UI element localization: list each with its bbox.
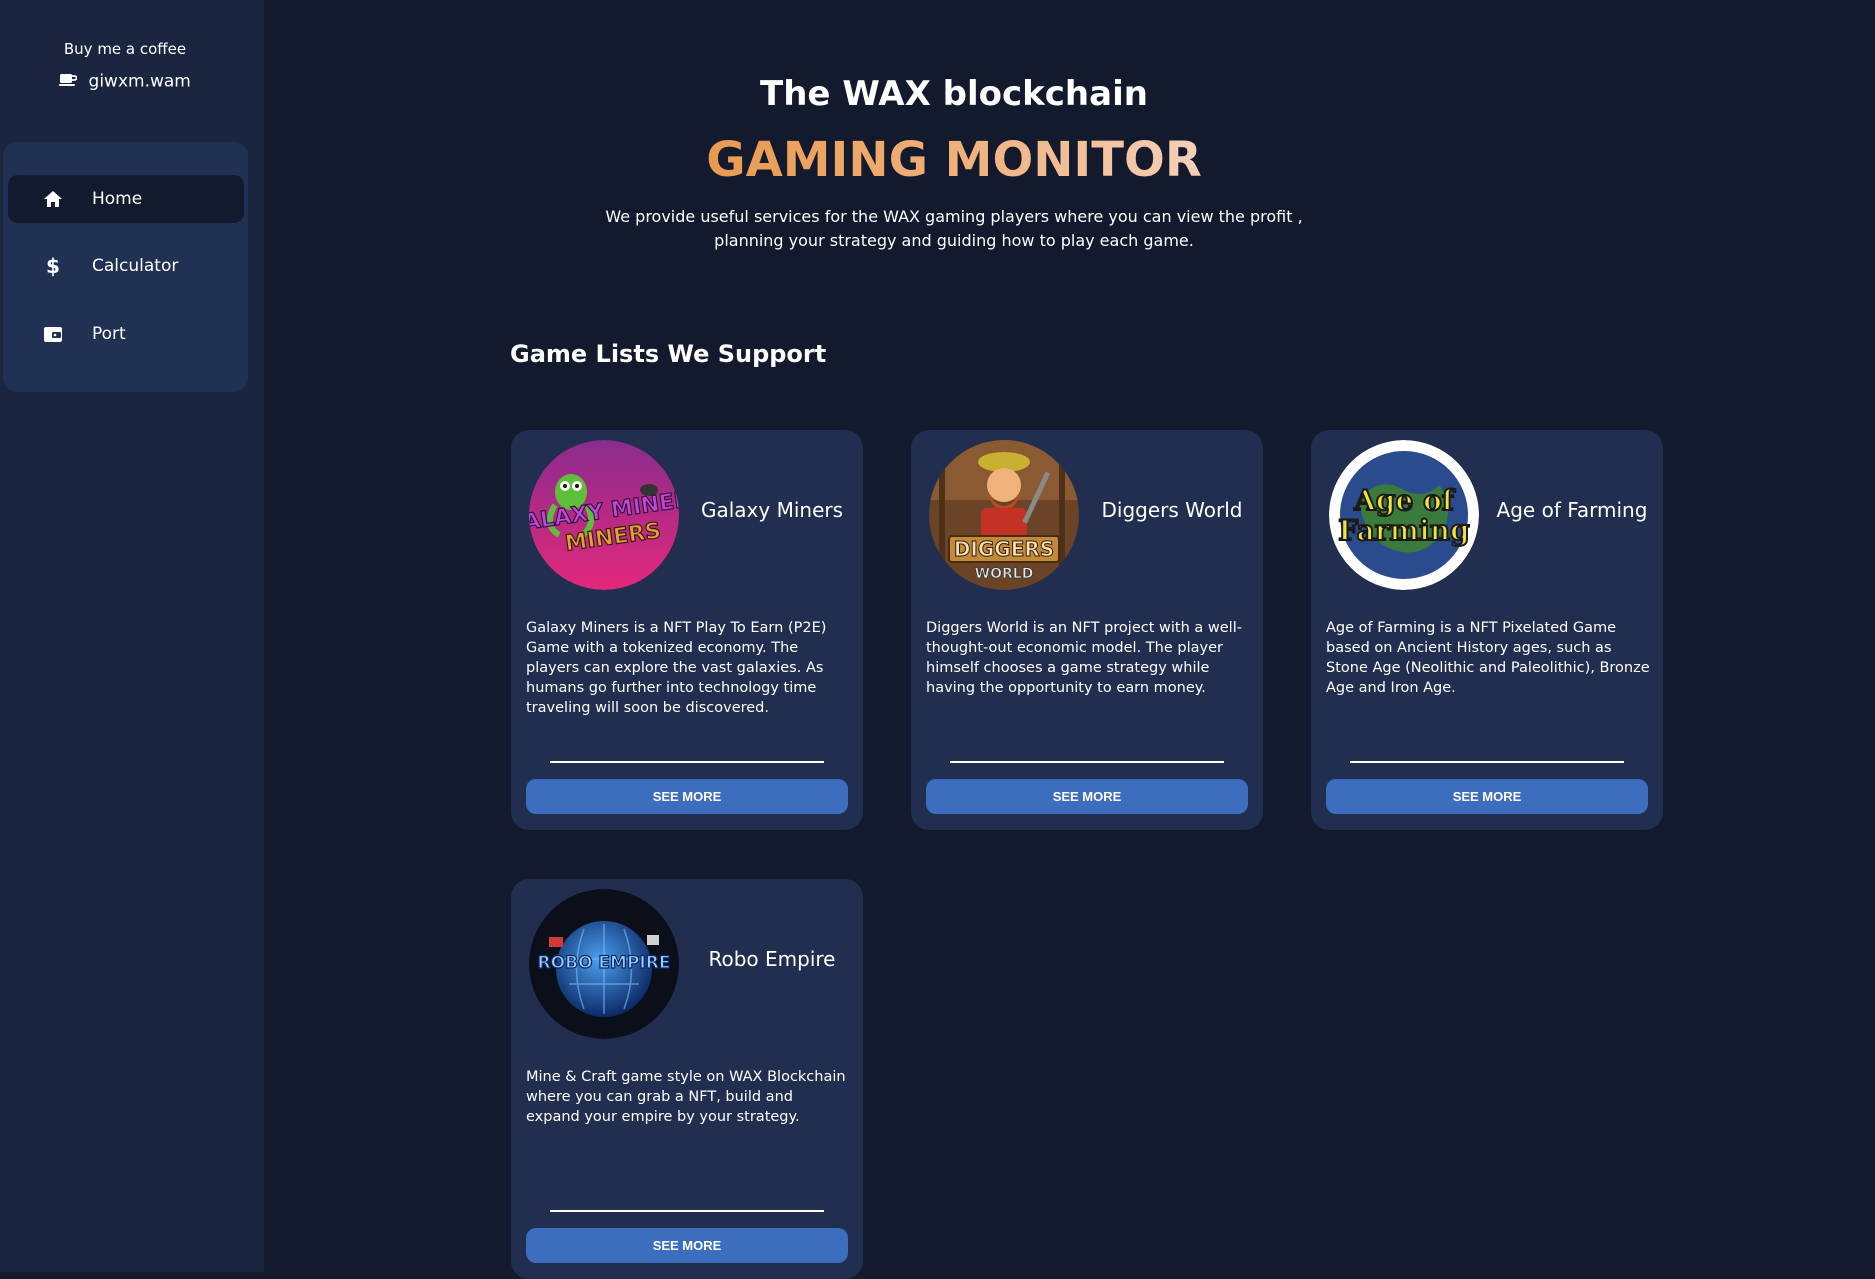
age-of-farming-logo: Age of Farming bbox=[1329, 440, 1479, 590]
game-card-diggers-world: DIGGERS WORLD Diggers World Diggers Worl… bbox=[911, 430, 1263, 830]
hero-title: GAMING MONITOR bbox=[0, 132, 1644, 188]
svg-text:Age of: Age of bbox=[1353, 484, 1456, 517]
see-more-button[interactable]: SEE MORE bbox=[926, 779, 1248, 814]
game-description: Diggers World is an NFT project with a w… bbox=[926, 620, 1242, 696]
sidebar-item-label: Port bbox=[92, 324, 126, 344]
game-description: Age of Farming is a NFT Pixelated Game b… bbox=[1326, 620, 1650, 696]
dollar-icon: $ bbox=[46, 254, 60, 278]
game-title: Galaxy Miners bbox=[700, 498, 844, 522]
card-divider bbox=[550, 1210, 824, 1212]
hero-description-line: We provide useful services for the WAX g… bbox=[605, 207, 1303, 226]
galaxy-miners-logo: GALAXY MINERS MINERS bbox=[529, 440, 679, 590]
diggers-world-logo: DIGGERS WORLD bbox=[929, 440, 1079, 590]
svg-text:ROBO EMPIRE: ROBO EMPIRE bbox=[538, 953, 671, 973]
games-section-title: Game Lists We Support bbox=[510, 340, 827, 368]
game-card-galaxy-miners: GALAXY MINERS MINERS Galaxy Miners Galax… bbox=[511, 430, 863, 830]
sidebar-item-label: Calculator bbox=[92, 256, 179, 276]
main-content: The WAX blockchain GAMING MONITOR We pro… bbox=[264, 0, 1875, 1279]
svg-text:Farming: Farming bbox=[1338, 514, 1469, 547]
game-card-robo-empire: ROBO EMPIRE Robo Empire Mine & Craft gam… bbox=[511, 879, 863, 1279]
game-card-age-of-farming: Age of Farming Age of Farming Age of Far… bbox=[1311, 430, 1663, 830]
game-description: Galaxy Miners is a NFT Play To Earn (P2E… bbox=[526, 620, 827, 716]
sidebar: Buy me a coffee giwxm.wam Home $ Calcula… bbox=[0, 0, 264, 1272]
see-more-button[interactable]: SEE MORE bbox=[526, 1228, 848, 1263]
svg-text:WORLD: WORLD bbox=[975, 566, 1034, 582]
card-divider bbox=[950, 761, 1224, 763]
svg-text:DIGGERS: DIGGERS bbox=[954, 537, 1054, 561]
game-title: Diggers World bbox=[1101, 498, 1243, 522]
card-divider bbox=[1350, 761, 1624, 763]
buy-coffee-label: Buy me a coffee bbox=[63, 40, 187, 58]
hero-description-line: planning your strategy and guiding how t… bbox=[714, 231, 1194, 250]
hero-title-text: GAMING MONITOR bbox=[706, 132, 1202, 188]
game-title: Robo Empire bbox=[708, 947, 836, 971]
card-divider bbox=[550, 761, 824, 763]
hero-subtitle: The WAX blockchain bbox=[760, 74, 1148, 114]
robo-empire-logo: ROBO EMPIRE bbox=[529, 889, 679, 1039]
game-description: Mine & Craft game style on WAX Blockchai… bbox=[526, 1069, 846, 1125]
game-title: Age of Farming bbox=[1496, 498, 1648, 522]
see-more-button[interactable]: SEE MORE bbox=[526, 779, 848, 814]
sidebar-item-port[interactable]: Port bbox=[8, 310, 244, 358]
hero-description: We provide useful services for the WAX g… bbox=[0, 205, 1644, 253]
wallet-icon bbox=[38, 325, 68, 343]
see-more-button[interactable]: SEE MORE bbox=[1326, 779, 1648, 814]
